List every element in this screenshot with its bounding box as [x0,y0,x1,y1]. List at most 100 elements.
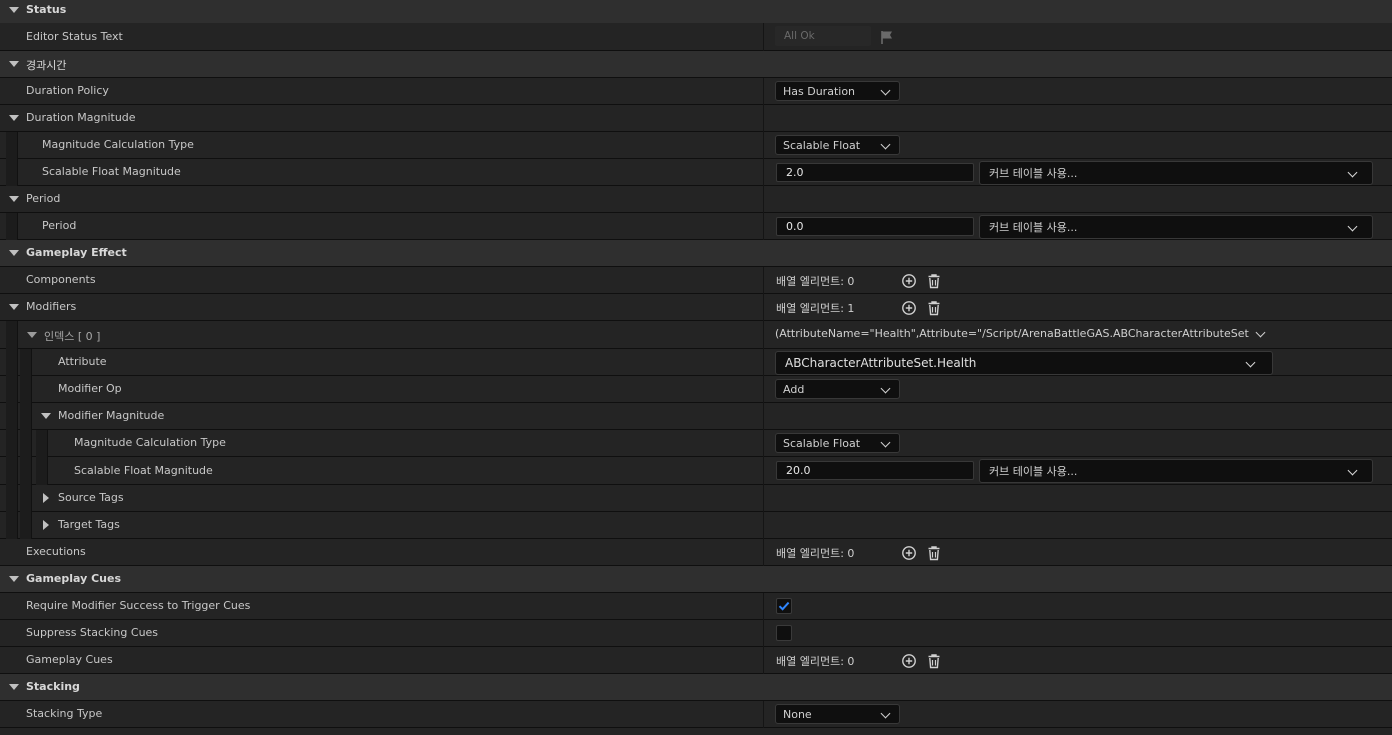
checkmark-icon [778,601,790,611]
array-element-index-0[interactable]: 인덱스 [ 0 ] (AttributeName="Health",Attrib… [0,321,1392,349]
category-gameplay-effect[interactable]: Gameplay Effect [0,240,1392,267]
property-components: Components 배열 엘리먼트: 0 [0,267,1392,294]
property-label: Stacking Type [26,707,103,720]
flag-icon [881,31,892,44]
property-label: Source Tags [58,491,124,504]
chevron-down-icon [880,139,891,150]
attribute-dropdown[interactable]: ABCharacterAttributeSet.Health [775,351,1273,375]
property-label: Executions [26,545,86,558]
array-count: 배열 엘리먼트: 0 [776,655,855,668]
chevron-down-icon [1245,357,1256,368]
array-count: 배열 엘리먼트: 1 [776,302,855,315]
property-label: Duration Policy [26,84,109,97]
property-scalable-float-magnitude: Scalable Float Magnitude 2.0 커브 테이블 사용..… [0,159,1392,186]
property-label: Scalable Float Magnitude [42,165,181,178]
curve-table-dropdown[interactable]: 커브 테이블 사용... [979,161,1373,185]
property-attribute: Attribute ABCharacterAttributeSet.Health [0,349,1392,376]
property-label: Gameplay Cues [26,653,113,666]
dropdown-value: Has Duration [783,84,856,98]
expand-arrow-icon[interactable] [43,520,49,530]
property-label: Suppress Stacking Cues [26,626,159,639]
collapse-arrow-icon[interactable] [9,684,19,690]
property-label: Attribute [58,355,107,368]
chevron-down-icon [880,437,891,448]
collapse-arrow-icon[interactable] [9,115,19,121]
array-count: 배열 엘리먼트: 0 [776,547,855,560]
curve-table-dropdown[interactable]: 커브 테이블 사용... [979,459,1373,483]
category-stacking[interactable]: Stacking [0,674,1392,701]
property-executions: Executions 배열 엘리먼트: 0 [0,539,1392,566]
collapse-arrow-icon[interactable] [9,196,19,202]
magnitude-calc-type-dropdown[interactable]: Scalable Float [775,135,900,155]
property-editor-status-text: Editor Status Text All Ok [0,23,1392,51]
array-count: 배열 엘리먼트: 0 [776,275,855,288]
property-modifier-op: Modifier Op Add [0,376,1392,403]
property-label: Magnitude Calculation Type [42,138,194,151]
collapse-arrow-icon[interactable] [9,576,19,582]
category-gameplay-cues[interactable]: Gameplay Cues [0,566,1392,593]
chevron-down-icon [880,85,891,96]
period-input[interactable]: 0.0 [776,217,974,236]
magnitude-calc-type-dropdown[interactable]: Scalable Float [775,433,900,453]
next-row-partial [0,728,1392,735]
property-period: Period 0.0 커브 테이블 사용... [0,213,1392,240]
property-label: Editor Status Text [26,30,123,43]
category-label: Stacking [26,680,80,693]
collapse-arrow-icon[interactable] [9,61,19,67]
chevron-down-icon[interactable] [1255,327,1266,338]
suppress-stacking-checkbox[interactable] [776,625,792,641]
dropdown-value: 커브 테이블 사용... [989,167,1078,180]
property-mm-calculation-type: Magnitude Calculation Type Scalable Floa… [0,430,1392,457]
dropdown-value: Scalable Float [783,436,861,450]
trash-icon[interactable] [926,545,942,561]
trash-icon[interactable] [926,273,942,289]
property-label: Modifier Magnitude [58,409,165,422]
chevron-down-icon [1347,465,1358,476]
curve-table-dropdown[interactable]: 커브 테이블 사용... [979,215,1373,239]
property-require-modifier-success: Require Modifier Success to Trigger Cues [0,593,1392,620]
collapse-arrow-icon[interactable] [41,413,51,419]
property-duration-policy: Duration Policy Has Duration [0,78,1392,105]
property-gameplay-cues: Gameplay Cues 배열 엘리먼트: 0 [0,647,1392,674]
property-modifiers[interactable]: Modifiers 배열 엘리먼트: 1 [0,294,1392,321]
stacking-type-dropdown[interactable]: None [775,704,900,724]
property-label: Modifiers [26,300,77,313]
group-duration-magnitude[interactable]: Duration Magnitude [0,105,1392,132]
add-element-icon[interactable] [901,545,917,561]
dropdown-value: Add [783,382,805,396]
collapse-arrow-icon[interactable] [27,332,37,338]
group-modifier-magnitude[interactable]: Modifier Magnitude [0,403,1392,430]
group-period[interactable]: Period [0,186,1392,213]
category-label: 경과시간 [26,59,67,72]
add-element-icon[interactable] [901,273,917,289]
group-source-tags[interactable]: Source Tags [0,485,1392,512]
trash-icon[interactable] [926,300,942,316]
property-label: Components [26,273,96,286]
chevron-down-icon [1347,167,1358,178]
group-target-tags[interactable]: Target Tags [0,512,1392,539]
struct-value-text: (AttributeName="Health",Attribute="/Scri… [775,327,1250,340]
property-label: Target Tags [58,518,120,531]
collapse-arrow-icon[interactable] [9,7,19,13]
category-label: Gameplay Effect [26,246,127,259]
modifier-op-dropdown[interactable]: Add [775,379,900,399]
property-label: Scalable Float Magnitude [74,464,213,477]
category-duration[interactable]: 경과시간 [0,51,1392,78]
scalable-float-input[interactable]: 20.0 [776,461,974,480]
scalable-float-input[interactable]: 2.0 [776,163,974,182]
collapse-arrow-icon[interactable] [9,250,19,256]
collapse-arrow-icon[interactable] [9,304,19,310]
dropdown-value: None [783,707,812,721]
expand-arrow-icon[interactable] [43,493,49,503]
dropdown-value: Scalable Float [783,138,861,152]
property-label: Modifier Op [58,382,122,395]
details-panel: Status Editor Status Text All Ok 경과시간 Du… [0,0,1392,735]
require-success-checkbox[interactable] [776,598,792,614]
property-stacking-type: Stacking Type None [0,701,1392,728]
add-element-icon[interactable] [901,300,917,316]
duration-policy-dropdown[interactable]: Has Duration [775,81,900,101]
trash-icon[interactable] [926,653,942,669]
add-element-icon[interactable] [901,653,917,669]
chevron-down-icon [880,383,891,394]
category-label: Gameplay Cues [26,572,122,585]
